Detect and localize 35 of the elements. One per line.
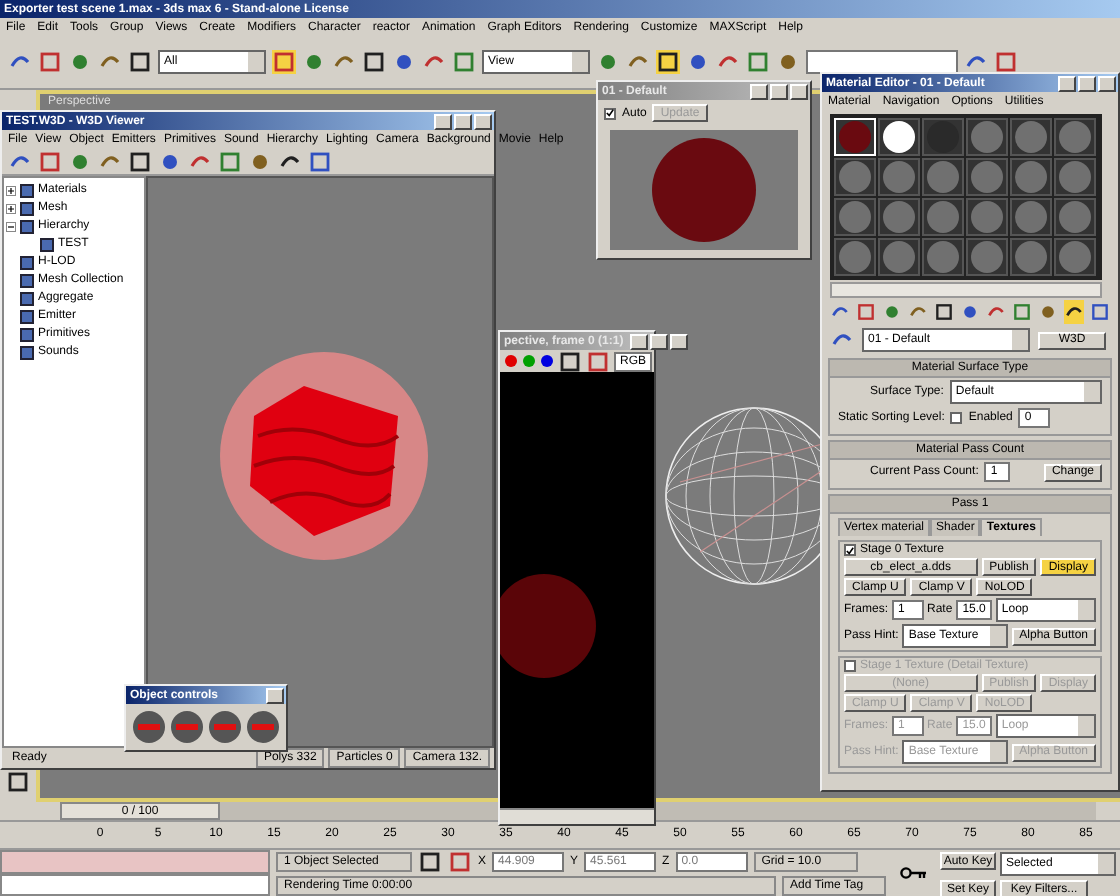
maximize-button[interactable] [1078, 75, 1096, 91]
node-icon [20, 309, 34, 323]
node-icon [20, 291, 34, 305]
expand-icon[interactable] [6, 185, 16, 195]
node-icon [20, 327, 34, 341]
minimize-button[interactable] [1058, 75, 1076, 91]
node-icon [20, 219, 34, 233]
close-button[interactable] [266, 687, 284, 703]
node-icon [20, 273, 34, 287]
collapse-icon[interactable] [6, 221, 16, 231]
node-icon [40, 237, 54, 251]
node-icon [20, 255, 34, 269]
dark-sphere-drawing [500, 572, 600, 682]
horizontal-scrollbar[interactable] [830, 282, 1102, 298]
checkbox[interactable] [950, 412, 963, 424]
material-sphere [650, 136, 758, 244]
horizontal-scrollbar[interactable] [500, 808, 654, 824]
channel-dot-icon[interactable] [522, 354, 536, 368]
node-icon [20, 345, 34, 359]
key-icon[interactable] [900, 866, 928, 880]
close-button[interactable] [474, 113, 492, 129]
checkbox[interactable] [604, 107, 616, 119]
checkbox[interactable] [844, 544, 856, 556]
node-icon [20, 183, 34, 197]
checkbox[interactable] [844, 660, 856, 672]
maximize-button[interactable] [454, 113, 472, 129]
minimize-button[interactable] [434, 113, 452, 129]
node-icon [20, 201, 34, 215]
maxscript-listener-field[interactable] [0, 850, 270, 873]
channel-dot-icon[interactable] [540, 354, 554, 368]
close-button[interactable] [1098, 75, 1116, 91]
named-selection-field[interactable] [806, 50, 958, 74]
expand-icon[interactable] [6, 203, 16, 213]
channel-dot-icon[interactable] [504, 354, 518, 368]
maxscript-input-field[interactable] [0, 873, 270, 896]
